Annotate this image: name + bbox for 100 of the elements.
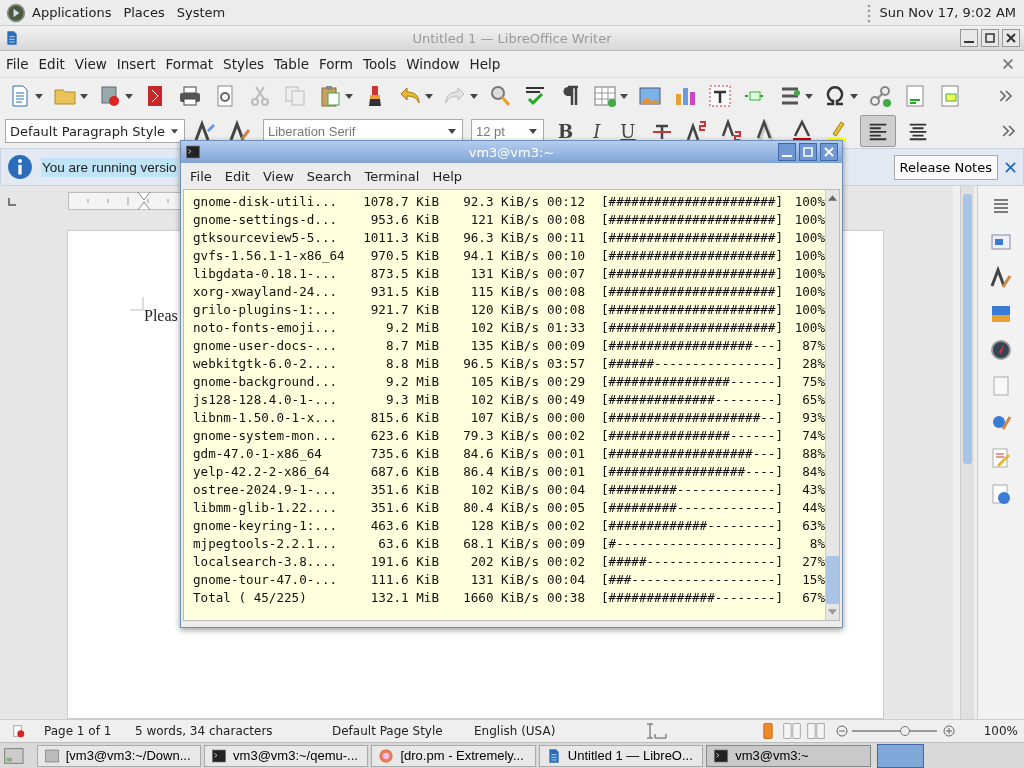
panel-menu[interactable]: System	[176, 5, 226, 20]
caret-icon[interactable]	[529, 128, 537, 134]
zoom-out-icon[interactable]	[836, 725, 848, 737]
progress-text: [######################]	[600, 193, 783, 211]
menu-item[interactable]: Search	[306, 168, 352, 184]
progress-text: [######################]	[600, 283, 783, 301]
scroll-thumb[interactable]	[826, 556, 839, 604]
taskbar-button[interactable]: [dro.pm - Extremely...	[371, 744, 536, 767]
font-size-field[interactable]: 12 pt	[471, 119, 544, 143]
menu-item[interactable]: Insert	[116, 56, 156, 72]
caret-icon[interactable]	[805, 93, 813, 99]
signature-icon[interactable]	[12, 724, 26, 738]
download-size: 63.6 KiB	[377, 535, 439, 553]
scroll-up-icon[interactable]	[828, 195, 837, 201]
scrollbar[interactable]	[825, 190, 839, 620]
menu-item[interactable]: Edit	[38, 56, 65, 72]
word-count[interactable]: 5 words, 34 characters	[135, 724, 332, 738]
caret-icon[interactable]	[345, 93, 353, 99]
menu-item[interactable]: Form	[319, 56, 353, 72]
caret-icon[interactable]	[125, 93, 133, 99]
caret-icon[interactable]	[80, 93, 88, 99]
caret-icon[interactable]	[448, 128, 456, 134]
menu-item[interactable]: File	[190, 168, 212, 184]
caret-icon[interactable]	[470, 93, 478, 99]
menu-item[interactable]: Help	[432, 168, 463, 184]
time-remaining: 00:10	[546, 247, 585, 265]
page-count[interactable]: Page 1 of 1	[44, 724, 135, 738]
language[interactable]: English (USA)	[474, 724, 644, 738]
format-button[interactable]: I	[587, 120, 607, 142]
time-remaining: 00:07	[546, 265, 585, 283]
logo-icon[interactable]	[6, 2, 26, 23]
menu-item[interactable]: Table	[274, 56, 309, 72]
close-icon[interactable]	[820, 143, 838, 161]
percent: 43%	[801, 481, 825, 499]
package-name: js128-128.4.0-1-...	[193, 391, 339, 409]
clock[interactable]: Sun Nov 17, 9:02 AM	[879, 5, 1016, 20]
progress-text: [######################]	[600, 301, 783, 319]
tab-stop-icon[interactable]	[8, 198, 16, 206]
workspace-switcher[interactable]	[876, 743, 925, 768]
package-name: grilo-plugins-1:...	[193, 301, 339, 319]
link-icon[interactable]	[868, 84, 892, 108]
caret-icon[interactable]	[620, 93, 628, 99]
update-style-icon[interactable]	[193, 119, 217, 143]
percent: 65%	[801, 391, 825, 409]
menu-item[interactable]: Help	[469, 56, 501, 72]
font-name-field[interactable]: Liberation Serif	[263, 119, 463, 143]
scrollbar[interactable]	[960, 186, 974, 719]
minimize-icon[interactable]	[778, 143, 796, 161]
download-rate: 115 KiB/s	[469, 283, 539, 301]
taskbar-button[interactable]: [vm3@vm3:~/Down...	[36, 744, 202, 767]
menu-item[interactable]: Tools	[363, 56, 397, 72]
align-button[interactable]	[859, 115, 896, 147]
superscript-icon[interactable]	[684, 119, 709, 143]
menu-item[interactable]: Terminal	[364, 168, 420, 184]
image-icon[interactable]	[638, 84, 662, 108]
format-button[interactable]: B	[552, 120, 580, 142]
text-box-icon[interactable]	[708, 84, 732, 108]
save-icon[interactable]	[98, 84, 122, 108]
subscript-icon[interactable]	[719, 119, 744, 143]
menu-item[interactable]: View	[262, 168, 294, 184]
spellcheck-icon[interactable]	[523, 84, 547, 108]
time-remaining: 00:04	[546, 481, 585, 499]
accessibility-icon[interactable]	[989, 482, 1013, 506]
menu-item[interactable]: Format	[165, 56, 214, 72]
minimize-icon[interactable]	[960, 29, 978, 47]
caret-icon[interactable]	[35, 93, 43, 99]
taskbar-button[interactable]: vm3@vm3:~	[706, 744, 871, 767]
menu-item[interactable]: View	[74, 56, 107, 72]
page-style[interactable]: Default Page Style	[332, 724, 474, 738]
footnote-icon[interactable]	[903, 84, 927, 108]
paragraph-style-field[interactable]: Default Paragraph Style	[5, 119, 185, 143]
printer-icon[interactable]	[178, 84, 202, 108]
caret-icon[interactable]	[171, 128, 178, 134]
percent: 100%	[793, 283, 825, 301]
menu-item[interactable]: Window	[406, 56, 460, 72]
taskbar-button[interactable]: vm3@vm3:~/qemu-...	[204, 744, 369, 767]
maximize-icon[interactable]	[799, 143, 817, 161]
download-size: 463.6 KiB	[369, 517, 439, 535]
search-icon[interactable]	[488, 84, 512, 108]
menu-item[interactable]: File	[6, 56, 29, 72]
percent: 8%	[808, 535, 825, 553]
format-button[interactable]: U	[614, 120, 642, 142]
panel-menu[interactable]: Applications	[32, 5, 112, 20]
percent: 100%	[793, 319, 825, 337]
compass-icon[interactable]	[989, 338, 1013, 362]
caret-icon[interactable]	[425, 93, 433, 99]
zoom-percent[interactable]: 100%	[983, 724, 1018, 738]
caret-icon[interactable]	[850, 93, 858, 99]
menu-item[interactable]: Edit	[224, 168, 250, 184]
new-style-icon[interactable]	[228, 119, 252, 143]
package-name: gnome-user-docs-...	[193, 337, 339, 355]
styles-icon[interactable]	[989, 266, 1013, 290]
download-rate: 86.4 KiB/s	[462, 463, 539, 481]
release-notes-button[interactable]: Release Notes	[893, 154, 998, 180]
close-icon[interactable]	[1002, 29, 1020, 47]
zoom-in-icon[interactable]	[943, 725, 955, 737]
menu-item[interactable]: Styles	[223, 56, 265, 72]
maximize-icon[interactable]	[981, 29, 999, 47]
panel-menu[interactable]: Places	[123, 5, 165, 20]
taskbar-button[interactable]: Untitled 1 — LibreO...	[538, 744, 704, 767]
